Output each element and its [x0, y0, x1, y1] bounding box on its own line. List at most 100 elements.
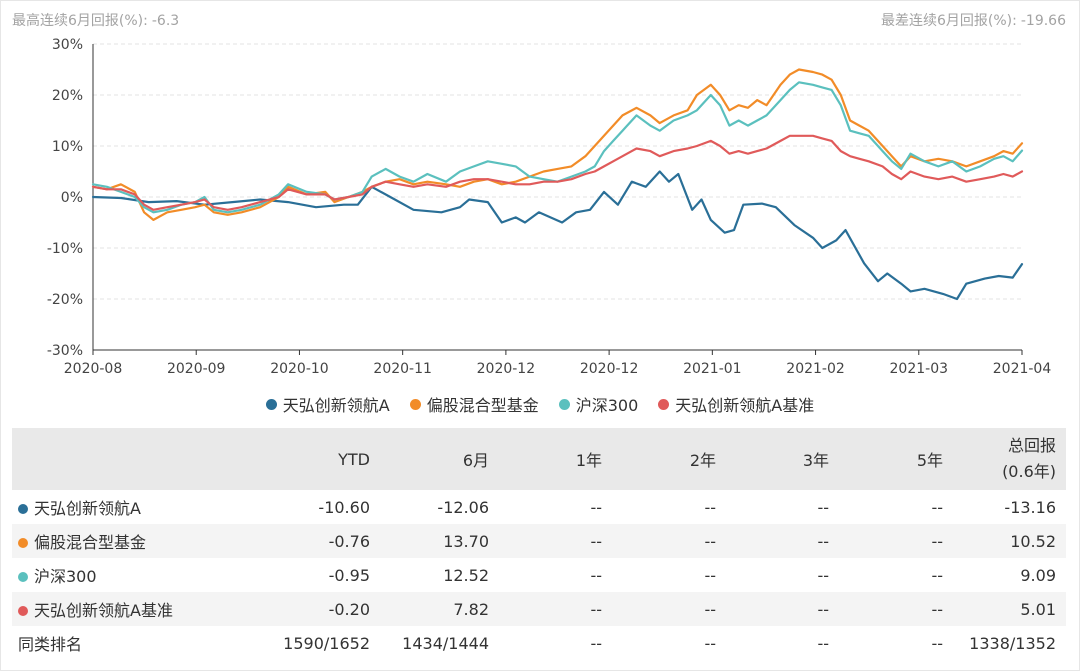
legend-label-hs300: 沪深300: [575, 396, 639, 415]
row-name-label: 天弘创新领航A基准: [34, 601, 173, 620]
table-cell: 13.70: [443, 531, 489, 551]
legend-label-category: 偏股混合型基金: [426, 396, 539, 415]
row-color-dot: [18, 504, 28, 514]
table-row: 沪深300 -0.95 12.52 -- -- -- -- 9.09: [12, 558, 1066, 592]
min-6m-return-value: -19.66: [1020, 13, 1066, 29]
legend-dot-benchmark: [658, 398, 670, 410]
table-cell: --: [590, 633, 602, 653]
table-cell: --: [590, 565, 602, 585]
x-tick-label: 2020-12: [477, 361, 536, 377]
table-cell: --: [704, 633, 716, 653]
header-total: 总回报 (0.6年): [953, 428, 1066, 490]
row-name-cell: 沪深300: [12, 558, 244, 592]
table-cell: --: [931, 633, 943, 653]
legend-item-fund[interactable]: 天弘创新领航A: [265, 392, 390, 416]
x-tick-label: 2021-01: [683, 361, 742, 377]
table-cell: 9.09: [1020, 565, 1056, 585]
table-cell: 1590/1652: [283, 633, 370, 653]
header-6m: 6月: [462, 451, 489, 470]
table-cell: -0.95: [328, 565, 370, 585]
header-5y: 5年: [916, 451, 943, 470]
y-tick-label: 20%: [52, 88, 83, 104]
x-tick-label: 2020-10: [270, 361, 329, 377]
y-tick-label: -30%: [47, 343, 83, 359]
table-cell: 10.52: [1010, 531, 1056, 551]
table-cell: -10.60: [318, 497, 370, 517]
table-cell: --: [817, 565, 829, 585]
max-6m-return-label: 最高连续6月回报(%):: [12, 13, 148, 29]
row-color-dot: [18, 538, 28, 548]
row-color-dot: [18, 572, 28, 582]
y-tick-label: 30%: [52, 37, 83, 53]
x-tick-label: 2020-09: [167, 361, 226, 377]
legend-item-category[interactable]: 偏股混合型基金: [409, 392, 539, 416]
header-3y: 3年: [802, 451, 829, 470]
x-tick-label: 2020-08: [64, 361, 123, 377]
table-cell: -13.16: [1004, 497, 1056, 517]
max-6m-return: 最高连续6月回报(%): -6.3: [12, 10, 179, 30]
legend-label-benchmark: 天弘创新领航A基准: [675, 396, 815, 415]
row-color-dot: [18, 606, 28, 616]
y-tick-label: -10%: [47, 241, 83, 257]
table-cell: 1434/1444: [402, 633, 489, 653]
table-row: 同类排名 1590/1652 1434/1444 -- -- -- -- 1338/1352: [12, 626, 1066, 660]
table-cell: --: [704, 599, 716, 619]
performance-line-chart[interactable]: 30% 20% 10% 0% -10% -20% -30% 2020-08 2020-09 202…: [0, 30, 1080, 382]
table-cell: --: [590, 599, 602, 619]
header-2y: 2年: [689, 451, 716, 470]
table-cell: -12.06: [437, 497, 489, 517]
table-cell: --: [931, 497, 943, 517]
table-cell: --: [590, 497, 602, 517]
x-tick-label: 2021-04: [993, 361, 1052, 377]
table-cell: --: [704, 565, 716, 585]
table-cell: --: [704, 531, 716, 551]
table-cell: 5.01: [1020, 599, 1056, 619]
x-tick-label: 2021-03: [890, 361, 949, 377]
legend-item-benchmark[interactable]: 天弘创新领航A基准: [658, 392, 814, 416]
legend-item-hs300[interactable]: 沪深300: [558, 392, 639, 416]
legend-dot-fund: [265, 398, 277, 410]
header-total-period: (0.6年): [1002, 462, 1056, 481]
row-name-cell: 偏股混合型基金: [12, 524, 244, 558]
table-row: 偏股混合型基金 -0.76 13.70 -- -- -- -- 10.52: [12, 524, 1066, 558]
chart-series[interactable]: [91, 68, 1024, 301]
table-cell: --: [817, 497, 829, 517]
y-tick-label: -20%: [47, 292, 83, 308]
y-tick-label: 0%: [61, 190, 83, 206]
series-line-fund[interactable]: [91, 170, 1024, 301]
header-total-label: 总回报: [1007, 436, 1056, 455]
min-6m-return-label: 最差连续6月回报(%):: [881, 13, 1017, 29]
header-ytd: YTD: [338, 449, 370, 469]
x-tick-label: 2021-02: [786, 361, 845, 377]
row-name-cell: 同类排名: [12, 626, 244, 660]
row-name-label: 沪深300: [34, 567, 97, 586]
chart-legend: 天弘创新领航A 偏股混合型基金 沪深300 天弘创新领航A基准: [0, 392, 1080, 416]
chart-grid: [93, 43, 1022, 351]
table-cell: --: [590, 531, 602, 551]
table-header-row: YTD 6月 1年 2年 3年 5年 总回报 (0.6年): [12, 428, 1066, 490]
min-6m-return: 最差连续6月回报(%): -19.66: [881, 10, 1066, 30]
table-cell: 1338/1352: [969, 633, 1056, 653]
legend-dot-category: [409, 398, 421, 410]
table-row: 天弘创新领航A基准 -0.20 7.82 -- -- -- -- 5.01: [12, 592, 1066, 626]
table-cell: --: [931, 599, 943, 619]
legend-dot-hs300: [558, 398, 570, 410]
table-cell: -0.20: [328, 599, 370, 619]
row-name-cell: 天弘创新领航A基准: [12, 592, 244, 626]
table-cell: -0.76: [328, 531, 370, 551]
row-name-label: 天弘创新领航A: [34, 499, 141, 518]
y-tick-label: 10%: [52, 139, 83, 155]
returns-table: YTD 6月 1年 2年 3年 5年 总回报 (0.6年) 天弘创新领航A -10…: [12, 428, 1066, 660]
table-cell: --: [817, 633, 829, 653]
table-cell: 12.52: [443, 565, 489, 585]
header-name: [12, 428, 244, 490]
table-body: 天弘创新领航A -10.60 -12.06 -- -- -- -- -13.16 偏股混合型基金…: [12, 490, 1066, 660]
table-cell: --: [704, 497, 716, 517]
table-cell: --: [931, 565, 943, 585]
header-1y: 1年: [575, 451, 602, 470]
table-row: 天弘创新领航A -10.60 -12.06 -- -- -- -- -13.16: [12, 490, 1066, 524]
table-cell: --: [817, 599, 829, 619]
max-6m-return-value: -6.3: [151, 13, 180, 29]
row-name-cell: 天弘创新领航A: [12, 490, 244, 524]
row-name-label: 同类排名: [18, 635, 83, 654]
